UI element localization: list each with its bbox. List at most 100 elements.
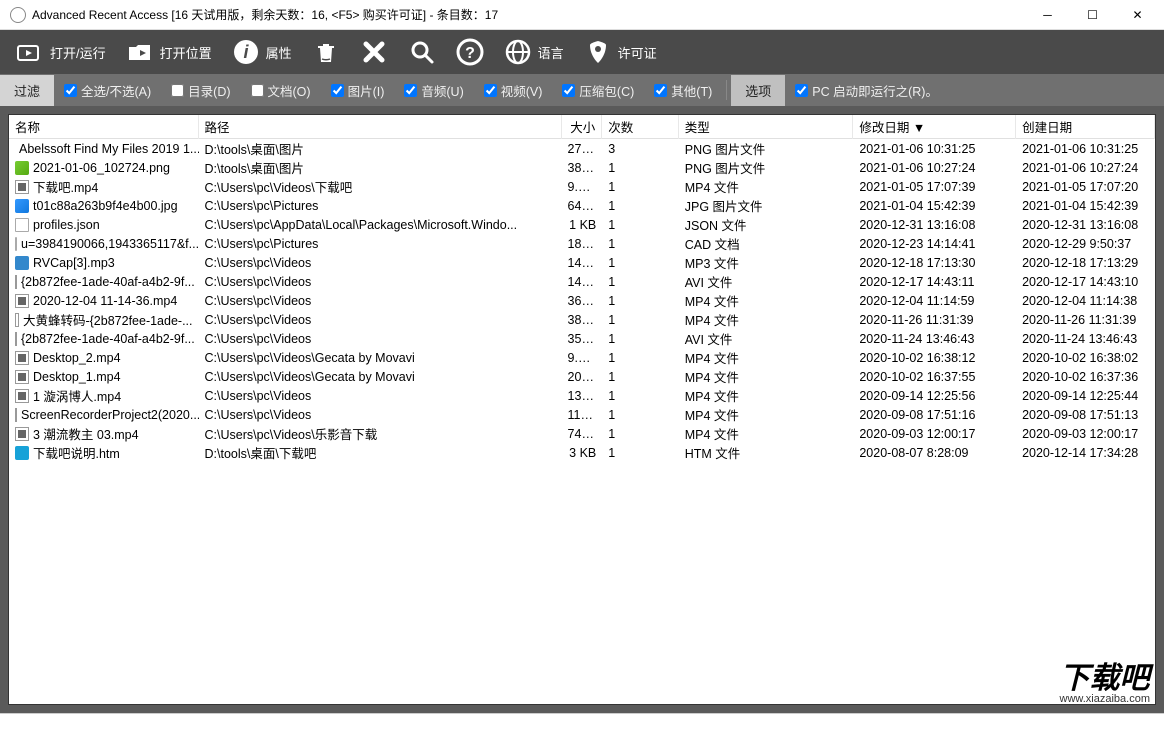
cell-type: MP3 文件 bbox=[679, 252, 854, 273]
col-name[interactable]: 名称 bbox=[9, 114, 199, 140]
cell-path: C:\Users\pc\Videos bbox=[199, 407, 562, 423]
cell-path: C:\Users\pc\Videos\下载吧 bbox=[199, 176, 562, 197]
table-row[interactable]: 2021-01-06_102724.pngD:\tools\桌面\图片38 KB… bbox=[9, 158, 1155, 177]
cell-cdate: 2020-12-14 17:34:28 bbox=[1016, 445, 1155, 461]
cell-mdate: 2020-12-18 17:13:30 bbox=[853, 255, 1016, 271]
archives-checkbox[interactable]: 压缩包(C) bbox=[552, 81, 644, 100]
window-title: Advanced Recent Access [16 天试用版，剩余天数：16,… bbox=[32, 6, 1025, 23]
file-icon bbox=[15, 446, 29, 460]
close-button[interactable]: ✕ bbox=[1115, 0, 1160, 30]
open-run-button[interactable]: 打开/运行 bbox=[8, 34, 114, 70]
license-label: 许可证 bbox=[618, 43, 657, 62]
cell-name: ScreenRecorderProject2(2020... bbox=[21, 408, 199, 422]
cell-name: 下载吧.mp4 bbox=[33, 177, 98, 196]
cell-count: 1 bbox=[602, 293, 678, 309]
docs-checkbox[interactable]: 文档(O) bbox=[241, 81, 321, 100]
cell-name: {2b872fee-1ade-40af-a4b2-9f... bbox=[21, 332, 195, 346]
cell-type: CAD 文档 bbox=[679, 233, 854, 254]
cell-name: t01c88a263b9f4e4b00.jpg bbox=[33, 199, 178, 213]
table-row[interactable]: 下载吧.mp4C:\Users\pc\Videos\下载吧9.8 MB1MP4 … bbox=[9, 177, 1155, 196]
language-button[interactable]: 语言 bbox=[496, 34, 572, 70]
col-count[interactable]: 次数 bbox=[602, 114, 678, 140]
cell-path: C:\Users\pc\Videos bbox=[199, 388, 562, 404]
cell-cdate: 2020-12-29 9:50:37 bbox=[1016, 236, 1155, 252]
col-mdate[interactable]: 修改日期 ▼ bbox=[853, 114, 1016, 140]
cell-path: C:\Users\pc\Pictures bbox=[199, 236, 562, 252]
open-run-icon bbox=[16, 38, 44, 66]
col-cdate[interactable]: 创建日期 bbox=[1016, 114, 1155, 140]
table-row[interactable]: {2b872fee-1ade-40af-a4b2-9f...C:\Users\p… bbox=[9, 272, 1155, 291]
cell-type: MP4 文件 bbox=[679, 347, 854, 368]
cell-type: AVI 文件 bbox=[679, 271, 854, 292]
table-row[interactable]: u=3984190066,1943365117&f...C:\Users\pc\… bbox=[9, 234, 1155, 253]
cell-size: 3 KB bbox=[562, 445, 603, 461]
cell-path: C:\Users\pc\Videos\乐影音下载 bbox=[199, 423, 562, 444]
table-row[interactable]: 下载吧说明.htmD:\tools\桌面\下载吧3 KB1HTM 文件2020-… bbox=[9, 443, 1155, 462]
search-icon bbox=[408, 38, 436, 66]
open-location-label: 打开位置 bbox=[160, 43, 212, 62]
cell-path: D:\tools\桌面\图片 bbox=[199, 139, 562, 159]
cell-cdate: 2021-01-04 15:42:39 bbox=[1016, 198, 1155, 214]
images-checkbox[interactable]: 图片(I) bbox=[321, 81, 395, 100]
cell-mdate: 2020-12-31 13:16:08 bbox=[853, 217, 1016, 233]
cell-mdate: 2020-09-14 12:25:56 bbox=[853, 388, 1016, 404]
table-row[interactable]: 大黄蜂转码-{2b872fee-1ade-...C:\Users\pc\Vide… bbox=[9, 310, 1155, 329]
cell-cdate: 2021-01-06 10:27:24 bbox=[1016, 160, 1155, 176]
cell-count: 3 bbox=[602, 141, 678, 157]
filter-tab[interactable]: 过滤 bbox=[0, 75, 54, 106]
video-checkbox[interactable]: 视频(V) bbox=[474, 81, 553, 100]
table-row[interactable]: Desktop_1.mp4C:\Users\pc\Videos\Gecata b… bbox=[9, 367, 1155, 386]
cell-size: 38 KB bbox=[562, 160, 603, 176]
audio-checkbox[interactable]: 音频(U) bbox=[394, 81, 473, 100]
cell-size: 38 KB bbox=[562, 312, 603, 328]
cell-name: profiles.json bbox=[33, 218, 100, 232]
delete-button[interactable] bbox=[352, 34, 396, 70]
cell-count: 1 bbox=[602, 312, 678, 328]
search-button[interactable] bbox=[400, 34, 444, 70]
table-row[interactable]: RVCap[3].mp3C:\Users\pc\Videos141 KB1MP3… bbox=[9, 253, 1155, 272]
svg-text:?: ? bbox=[465, 45, 475, 62]
others-checkbox[interactable]: 其他(T) bbox=[644, 81, 722, 100]
file-icon bbox=[15, 408, 17, 422]
x-icon bbox=[360, 38, 388, 66]
help-button[interactable]: ? bbox=[448, 34, 492, 70]
table-row[interactable]: ScreenRecorderProject2(2020...C:\Users\p… bbox=[9, 405, 1155, 424]
cell-name: 2020-12-04 11-14-36.mp4 bbox=[33, 294, 177, 308]
cell-name: Desktop_1.mp4 bbox=[33, 370, 121, 384]
select-all-checkbox[interactable]: 全选/不选(A) bbox=[54, 81, 161, 100]
cell-cdate: 2020-09-14 12:25:44 bbox=[1016, 388, 1155, 404]
properties-button[interactable]: i 属性 bbox=[224, 34, 300, 70]
table-row[interactable]: Abelssoft Find My Files 2019 1...D:\tool… bbox=[9, 139, 1155, 158]
minimize-button[interactable]: ─ bbox=[1025, 0, 1070, 30]
table-row[interactable]: profiles.jsonC:\Users\pc\AppData\Local\P… bbox=[9, 215, 1155, 234]
col-path[interactable]: 路径 bbox=[199, 114, 562, 140]
cell-cdate: 2021-01-05 17:07:20 bbox=[1016, 179, 1155, 195]
cell-cdate: 2020-10-02 16:38:02 bbox=[1016, 350, 1155, 366]
open-location-button[interactable]: 打开位置 bbox=[118, 34, 220, 70]
table-row[interactable]: 3 潮流教主 03.mp4C:\Users\pc\Videos\乐影音下载74 … bbox=[9, 424, 1155, 443]
col-size[interactable]: 大小 bbox=[562, 114, 603, 140]
cell-mdate: 2021-01-04 15:42:39 bbox=[853, 198, 1016, 214]
license-button[interactable]: 许可证 bbox=[576, 34, 665, 70]
maximize-button[interactable]: ☐ bbox=[1070, 0, 1115, 30]
file-grid: 名称 路径 大小 次数 类型 修改日期 ▼ 创建日期 Abelssoft Fin… bbox=[8, 114, 1156, 705]
table-row[interactable]: Desktop_2.mp4C:\Users\pc\Videos\Gecata b… bbox=[9, 348, 1155, 367]
cell-size: 141 KB bbox=[562, 255, 603, 271]
table-row[interactable]: {2b872fee-1ade-40af-a4b2-9f...C:\Users\p… bbox=[9, 329, 1155, 348]
watermark-text: 下载吧 bbox=[1060, 664, 1150, 694]
cell-type: JSON 文件 bbox=[679, 214, 854, 235]
dirs-checkbox[interactable]: 目录(D) bbox=[161, 81, 240, 100]
options-tab[interactable]: 选项 bbox=[731, 75, 785, 106]
table-row[interactable]: 2020-12-04 11-14-36.mp4C:\Users\pc\Video… bbox=[9, 291, 1155, 310]
cell-count: 1 bbox=[602, 198, 678, 214]
recycle-button[interactable] bbox=[304, 34, 348, 70]
cell-cdate: 2020-11-26 11:31:39 bbox=[1016, 312, 1155, 328]
cell-count: 1 bbox=[602, 274, 678, 290]
trash-icon bbox=[312, 38, 340, 66]
startup-checkbox[interactable]: PC 启动即运行之(R)。 bbox=[785, 81, 948, 100]
col-type[interactable]: 类型 bbox=[679, 114, 854, 140]
grid-body[interactable]: Abelssoft Find My Files 2019 1...D:\tool… bbox=[9, 139, 1155, 704]
table-row[interactable]: t01c88a263b9f4e4b00.jpgC:\Users\pc\Pictu… bbox=[9, 196, 1155, 215]
table-row[interactable]: 1 漩涡博人.mp4C:\Users\pc\Videos13.2 MB1MP4 … bbox=[9, 386, 1155, 405]
watermark-url: www.xiazaiba.com bbox=[1060, 694, 1150, 705]
